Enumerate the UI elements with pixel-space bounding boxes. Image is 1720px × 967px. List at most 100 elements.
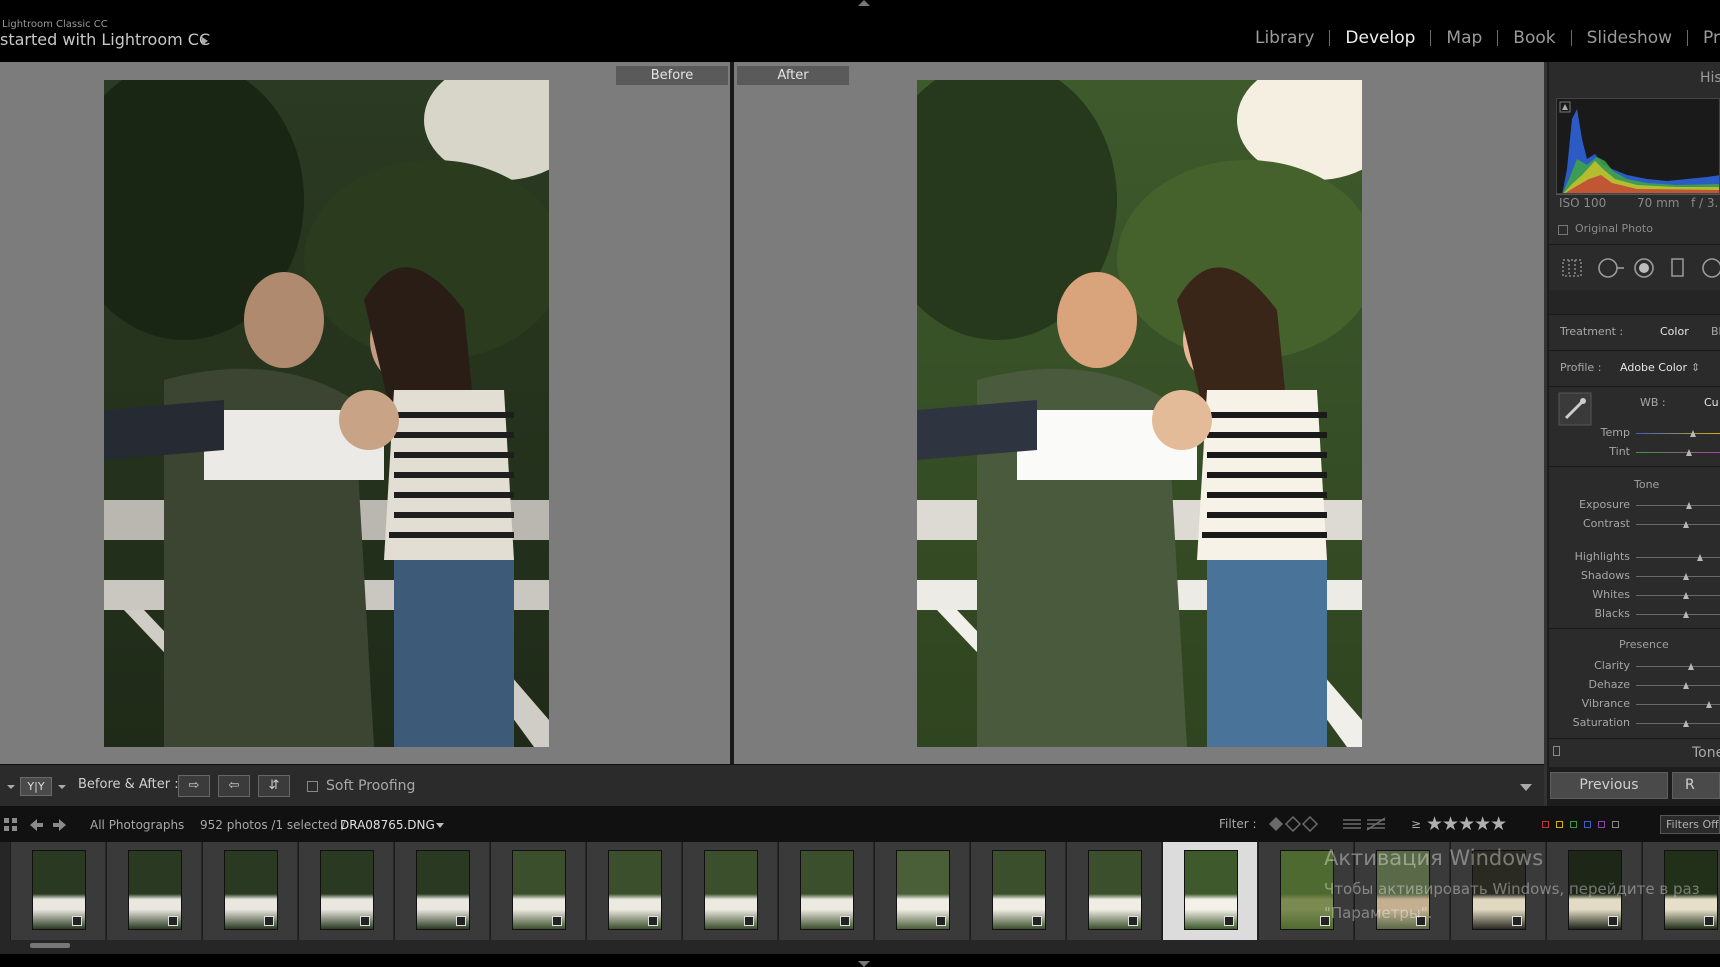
original-photo-checkbox[interactable] [1558, 225, 1568, 235]
collapse-top-panel-icon[interactable] [858, 0, 870, 6]
identity-plate-title[interactable]: started with Lightroom CC [0, 30, 210, 49]
color-label-swatch[interactable] [1570, 821, 1577, 828]
filmstrip-thumbnail[interactable] [970, 842, 1065, 940]
grid-view-icon[interactable] [3, 817, 19, 833]
slider-thumb-contrast[interactable] [1683, 521, 1689, 528]
slider-track-clarity[interactable] [1636, 666, 1720, 667]
filmstrip-thumbnail[interactable] [586, 842, 681, 940]
swap-before-after-button[interactable]: ⇵ [258, 775, 290, 797]
filmstrip-thumbnail[interactable] [778, 842, 873, 940]
histogram[interactable] [1556, 98, 1720, 194]
color-label-swatch[interactable] [1542, 821, 1549, 828]
histogram-title[interactable]: His [1700, 70, 1720, 86]
filmstrip-thumbnail-selected[interactable] [1162, 842, 1257, 940]
slider-track-exposure[interactable] [1636, 505, 1720, 506]
thumbnail-image [512, 850, 566, 930]
slider-track-temp[interactable] [1636, 433, 1720, 434]
module-book[interactable]: Book [1498, 28, 1570, 48]
edited-badge-icon [936, 916, 946, 926]
soft-proofing-label[interactable]: Soft Proofing [326, 778, 415, 794]
filmstrip-thumbnail[interactable] [10, 842, 105, 940]
slider-thumb-dehaze[interactable] [1683, 682, 1689, 689]
white-balance-eyedropper-icon[interactable] [1558, 392, 1592, 426]
before-photo[interactable] [104, 80, 549, 747]
copy-before-to-after-button[interactable]: ⇨ [178, 775, 210, 797]
rating-operator[interactable]: ≥ [1411, 817, 1421, 831]
slider-thumb-exposure[interactable] [1686, 502, 1692, 509]
edit-filter-icons[interactable] [1341, 815, 1387, 833]
filmstrip-thumbnail[interactable] [682, 842, 777, 940]
slider-track-highlights[interactable] [1636, 557, 1720, 558]
reset-button[interactable]: R [1672, 772, 1720, 799]
back-arrow-icon[interactable] [28, 817, 44, 833]
flag-filter-icons[interactable] [1267, 815, 1319, 833]
selected-filename[interactable]: DRA08765.DNG [340, 818, 435, 832]
view-mode-button[interactable]: Y|Y [20, 777, 52, 796]
treatment-color-option[interactable]: Color [1660, 325, 1689, 338]
original-photo-label[interactable]: Original Photo [1575, 222, 1653, 235]
slider-thumb-temp[interactable] [1690, 430, 1696, 437]
source-label[interactable]: All Photographs [90, 818, 184, 832]
soft-proofing-checkbox[interactable] [307, 781, 318, 792]
after-image [917, 80, 1362, 747]
slider-thumb-blacks[interactable] [1683, 611, 1689, 618]
filters-off-button[interactable]: Filters Off [1660, 815, 1720, 834]
slider-track-dehaze[interactable] [1636, 685, 1720, 686]
slider-thumb-shadows[interactable] [1683, 573, 1689, 580]
module-slideshow[interactable]: Slideshow [1572, 28, 1687, 48]
windows-activation-text: Чтобы активировать Windows, перейдите в … [1324, 877, 1720, 925]
slider-track-shadows[interactable] [1636, 576, 1720, 577]
forward-arrow-icon[interactable] [52, 817, 68, 833]
module-map[interactable]: Map [1431, 28, 1497, 48]
view-mode-left-caret[interactable] [7, 785, 15, 789]
edited-badge-icon [1032, 916, 1042, 926]
collapse-filmstrip-icon[interactable] [858, 961, 870, 967]
radial-filter-icon[interactable] [1701, 257, 1720, 279]
profile-select-caret[interactable]: ⇕ [1691, 361, 1700, 374]
filmstrip-scrollbar[interactable] [30, 943, 70, 948]
right-panel-edge[interactable] [1544, 62, 1547, 806]
after-photo[interactable] [917, 80, 1362, 747]
panel-switch-icon[interactable] [1553, 746, 1560, 756]
slider-thumb-vibrance[interactable] [1706, 701, 1712, 708]
slider-thumb-highlights[interactable] [1697, 554, 1703, 561]
slider-track-tint[interactable] [1636, 452, 1720, 453]
tone-curve-heading[interactable]: Tone [1692, 745, 1720, 761]
filmstrip-thumbnail[interactable] [490, 842, 585, 940]
module-develop[interactable]: Develop [1330, 28, 1430, 48]
filmstrip-thumbnail[interactable] [202, 842, 297, 940]
color-label-swatch[interactable] [1612, 821, 1619, 828]
color-label-swatch[interactable] [1598, 821, 1605, 828]
spot-removal-icon[interactable] [1597, 257, 1625, 279]
graduated-filter-icon[interactable] [1669, 257, 1687, 279]
rating-filter-stars[interactable]: ★★★★★ [1426, 813, 1507, 835]
filmstrip-thumbnail[interactable] [298, 842, 393, 940]
profile-select[interactable]: Adobe Color [1620, 361, 1687, 374]
slider-track-blacks[interactable] [1636, 614, 1720, 615]
copy-after-to-before-button[interactable]: ⇦ [218, 775, 250, 797]
play-triangle-icon[interactable] [202, 37, 208, 45]
previous-button[interactable]: Previous [1550, 772, 1668, 799]
slider-track-whites[interactable] [1636, 595, 1720, 596]
filmstrip-thumbnail[interactable] [106, 842, 201, 940]
toolbar-content-dropdown-icon[interactable] [1520, 784, 1532, 791]
slider-thumb-tint[interactable] [1686, 449, 1692, 456]
treatment-bw-option[interactable]: Bl [1711, 325, 1720, 338]
red-eye-icon[interactable] [1633, 257, 1657, 279]
view-mode-dropdown-caret[interactable] [58, 785, 66, 789]
filmstrip-thumbnail[interactable] [874, 842, 969, 940]
filmstrip-thumbnail[interactable] [1066, 842, 1161, 940]
slider-track-contrast[interactable] [1636, 524, 1720, 525]
slider-thumb-saturation[interactable] [1683, 720, 1689, 727]
filename-dropdown-caret[interactable] [436, 823, 444, 828]
slider-thumb-whites[interactable] [1683, 592, 1689, 599]
slider-track-saturation[interactable] [1636, 723, 1720, 724]
crop-overlay-icon[interactable] [1561, 258, 1583, 278]
module-print[interactable]: Pr [1688, 28, 1720, 48]
color-label-swatch[interactable] [1556, 821, 1563, 828]
module-library[interactable]: Library [1240, 28, 1329, 48]
wb-value[interactable]: Cu [1704, 396, 1719, 409]
filmstrip-thumbnail[interactable] [394, 842, 489, 940]
slider-thumb-clarity[interactable] [1688, 663, 1694, 670]
color-label-swatch[interactable] [1584, 821, 1591, 828]
